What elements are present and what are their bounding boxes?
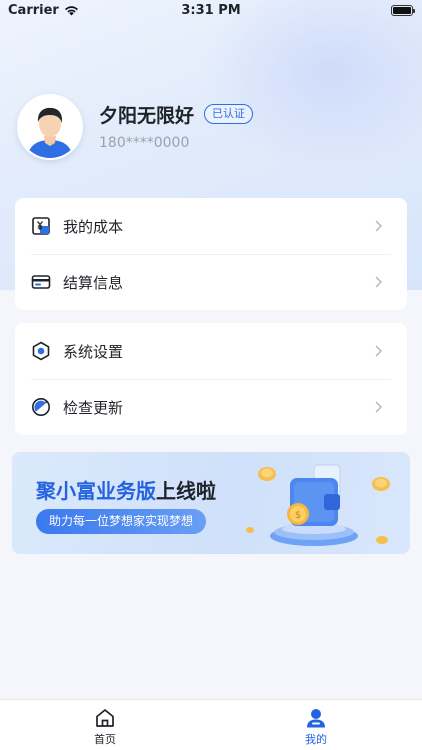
menu-card-account: 我的成本 结算信息 — [15, 198, 407, 310]
update-icon — [32, 398, 50, 416]
tab-label: 首页 — [94, 733, 116, 746]
bottom-tab-bar: 首页 我的 — [0, 699, 422, 750]
cost-icon — [32, 217, 50, 235]
menu-item-label: 系统设置 — [63, 343, 124, 361]
tab-label: 我的 — [305, 733, 327, 746]
promo-banner[interactable]: 聚小富业务版上线啦 助力每一位梦想家实现梦想 $ — [12, 452, 410, 554]
user-phone: 180****0000 — [99, 135, 190, 151]
chevron-right-icon — [375, 276, 383, 288]
tab-mine[interactable]: 我的 — [266, 700, 366, 750]
chevron-right-icon — [375, 345, 383, 357]
banner-title: 聚小富业务版上线啦 — [36, 475, 216, 504]
avatar[interactable] — [17, 94, 83, 160]
user-nickname: 夕阳无限好 — [99, 105, 195, 127]
menu-item-settlement-info[interactable]: 结算信息 — [15, 254, 407, 310]
verified-badge: 已认证 — [204, 104, 253, 124]
wallet-coins-illustration: $ — [246, 464, 390, 546]
settings-icon — [32, 341, 50, 361]
tab-home[interactable]: 首页 — [55, 700, 155, 750]
menu-card-system: 系统设置 检查更新 — [15, 323, 407, 435]
user-avatar-icon — [19, 96, 81, 158]
menu-item-label: 我的成本 — [63, 218, 124, 236]
clock: 3:31 PM — [181, 3, 241, 18]
home-icon — [96, 709, 114, 727]
menu-item-label: 检查更新 — [63, 399, 124, 417]
menu-item-label: 结算信息 — [63, 274, 124, 292]
chevron-right-icon — [375, 401, 383, 413]
user-icon — [307, 709, 325, 728]
chevron-right-icon — [375, 220, 383, 232]
menu-item-my-cost[interactable]: 我的成本 — [15, 198, 407, 254]
svg-text:$: $ — [295, 510, 301, 521]
menu-item-check-update[interactable]: 检查更新 — [15, 379, 407, 435]
menu-item-system-settings[interactable]: 系统设置 — [15, 323, 407, 379]
banner-subtitle: 助力每一位梦想家实现梦想 — [36, 509, 207, 534]
banner-title-rest: 上线啦 — [156, 479, 216, 503]
card-icon — [31, 275, 51, 289]
banner-title-highlight: 聚小富业务版 — [36, 479, 156, 503]
status-bar: Carrier 3:31 PM — [0, 0, 422, 22]
battery-icon — [391, 5, 415, 16]
